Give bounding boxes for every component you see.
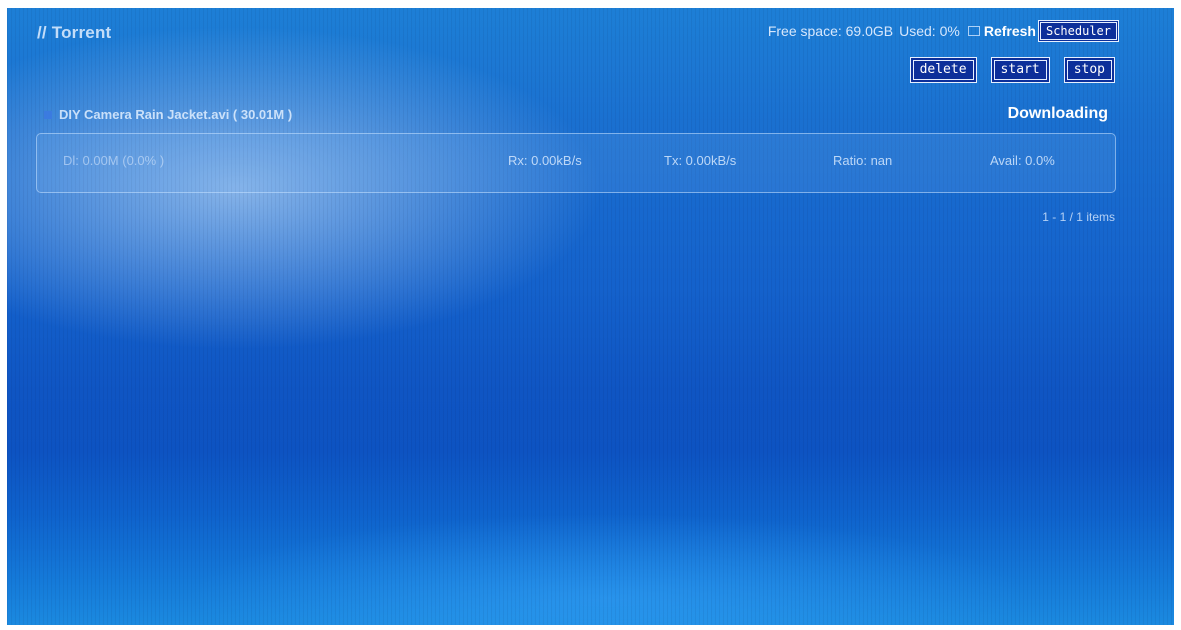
status-bar: Free space: 69.0GB Used: 0% Refresh Sche… — [767, 20, 1119, 42]
download-progress: Dl: 0.00M (0.0% ) — [63, 153, 165, 168]
refresh-checkbox[interactable] — [967, 26, 980, 36]
torrent-item-header[interactable]: DIY Camera Rain Jacket.avi ( 30.01M ) — [44, 107, 292, 122]
scheduler-button[interactable]: Scheduler — [1038, 21, 1119, 41]
page-title: // Torrent — [37, 23, 112, 42]
torrent-status: Downloading — [1007, 105, 1108, 122]
share-ratio: Ratio: nan — [833, 153, 893, 168]
tx-rate: Tx: 0.00kB/s — [664, 153, 737, 168]
stop-button[interactable]: stop — [1064, 58, 1115, 82]
pagination-info: 1 - 1 / 1 items — [1042, 210, 1115, 224]
rx-rate: Rx: 0.00kB/s — [508, 153, 582, 168]
torrent-screen: // Torrent Free space: 69.0GB Used: 0% R… — [7, 8, 1174, 625]
torrent-name: DIY Camera Rain Jacket.avi ( 30.01M ) — [59, 107, 293, 122]
refresh-label[interactable]: Refresh — [984, 23, 1036, 39]
action-toolbar: delete start stop — [910, 58, 1115, 82]
availability: Avail: 0.0% — [990, 153, 1055, 168]
start-button[interactable]: start — [991, 58, 1049, 82]
screen-overlay — [7, 8, 1174, 625]
used-text: Used: 0% — [899, 23, 960, 39]
item-marker-icon — [44, 110, 52, 119]
free-space-text: Free space: 69.0GB — [767, 23, 894, 39]
torrent-row[interactable]: Dl: 0.00M (0.0% ) Rx: 0.00kB/s Tx: 0.00k… — [36, 133, 1116, 193]
delete-button[interactable]: delete — [910, 58, 976, 82]
